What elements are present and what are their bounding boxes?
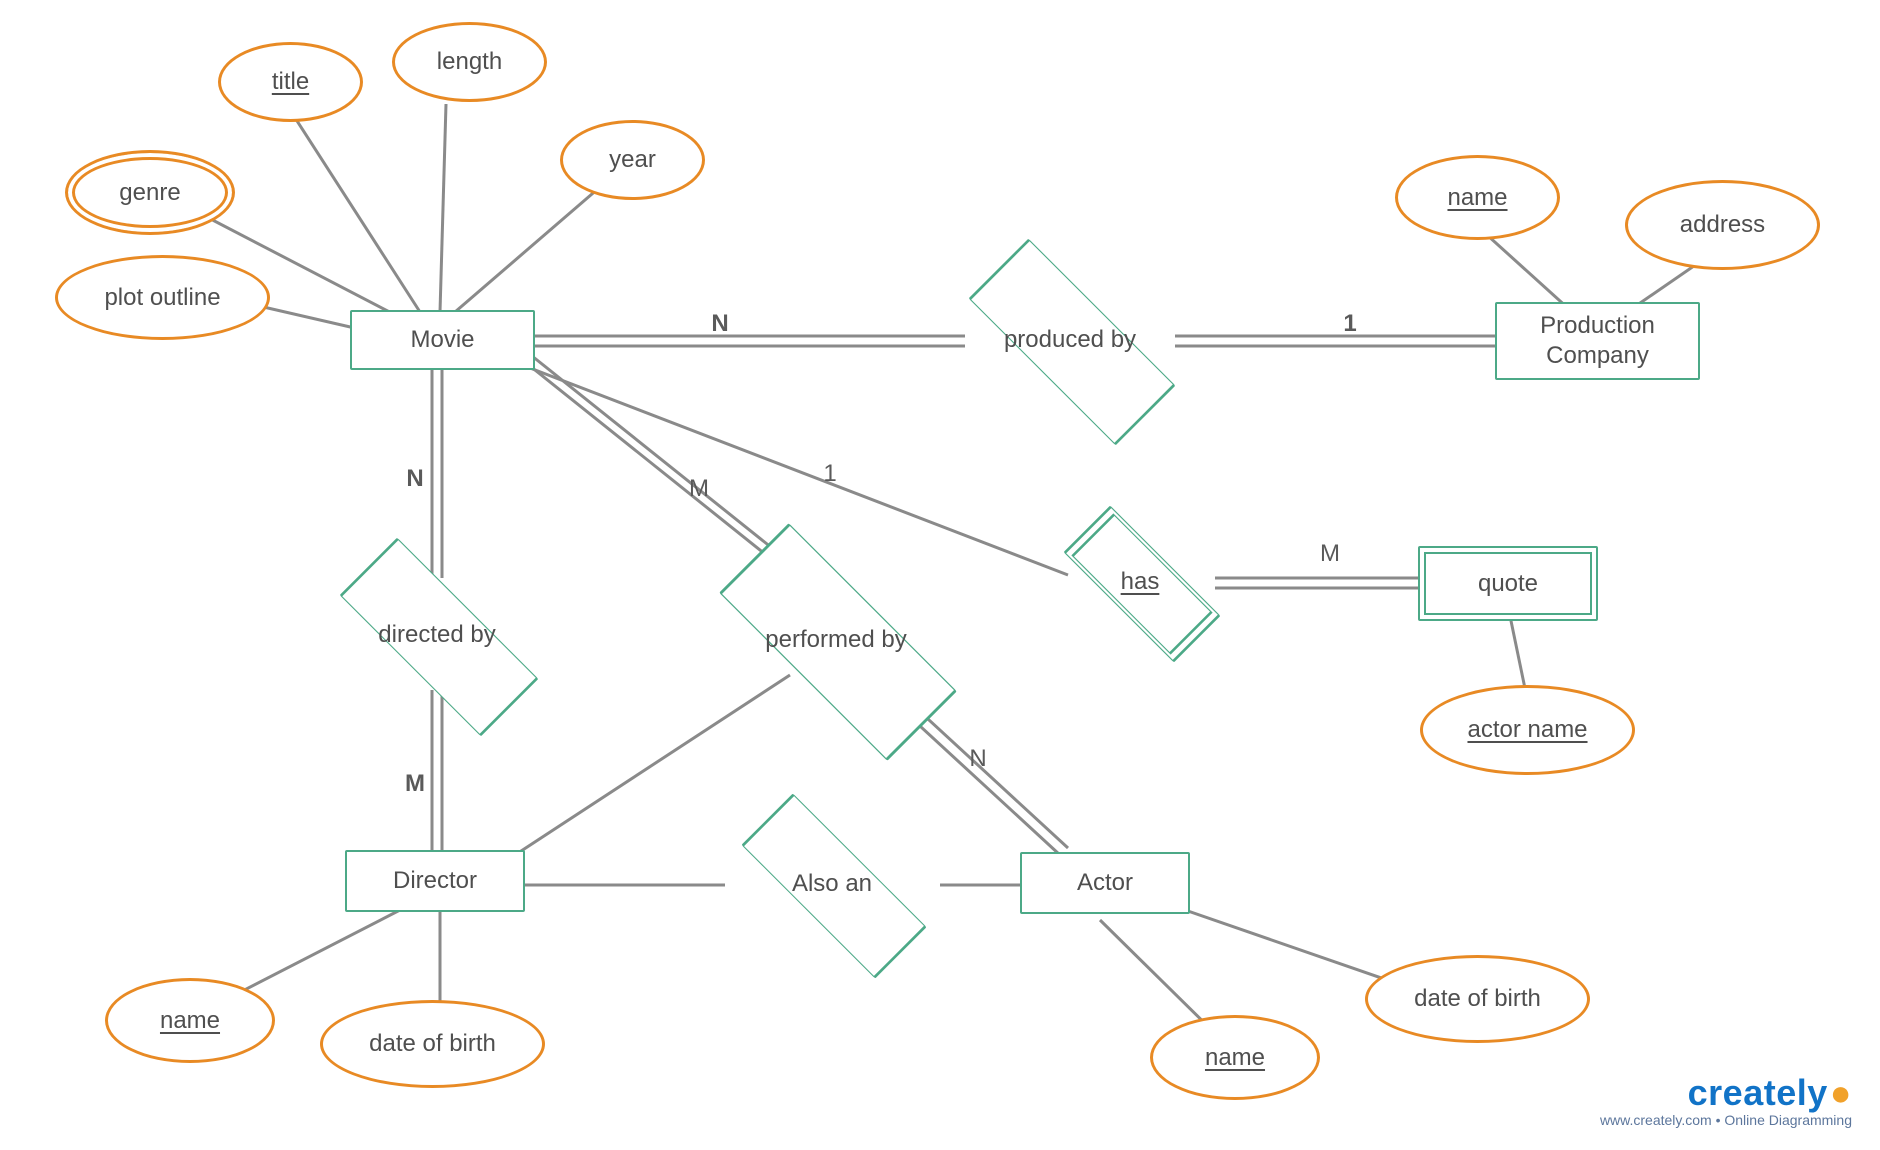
entity-label: quote: [1478, 569, 1538, 599]
attr-label: name: [1205, 1043, 1265, 1073]
bulb-icon: ●: [1830, 1072, 1852, 1114]
entity-movie: Movie: [350, 310, 535, 370]
entity-label: Actor: [1077, 868, 1133, 898]
card-movie-produced-n: N: [700, 310, 740, 338]
attr-actor-name: name: [1150, 1015, 1320, 1100]
er-diagram-canvas: genre title length year plot outline nam…: [0, 0, 1880, 1150]
card-pc-produced-1: 1: [1330, 310, 1370, 338]
attr-label: genre: [119, 178, 180, 208]
attr-year: year: [560, 120, 705, 200]
attr-quote-actor-name: actor name: [1420, 685, 1635, 775]
connector-layer: [0, 0, 1880, 1150]
attr-label: date of birth: [369, 1029, 496, 1059]
attr-pc-name: name: [1395, 155, 1560, 240]
attr-label: date of birth: [1414, 984, 1541, 1014]
card-actor-performed-n: N: [958, 745, 998, 773]
watermark-brand: creately●: [1600, 1072, 1852, 1114]
attr-pc-address: address: [1625, 180, 1820, 270]
card-quote-has-m: M: [1310, 540, 1350, 568]
entity-quote: quote: [1418, 546, 1598, 621]
attr-label: year: [609, 145, 656, 175]
attr-label: length: [437, 47, 502, 77]
entity-label: Director: [393, 866, 477, 896]
card-director-directed-m: M: [395, 770, 435, 798]
entity-production-company: Production Company: [1495, 302, 1700, 380]
attr-length: length: [392, 22, 547, 102]
attr-label: title: [272, 67, 309, 97]
card-movie-performed-m: M: [679, 475, 719, 503]
attr-genre: genre: [65, 150, 235, 235]
watermark-brand-text: creately: [1688, 1072, 1828, 1113]
watermark-sub: www.creately.com • Online Diagramming: [1600, 1112, 1852, 1128]
entity-director: Director: [345, 850, 525, 912]
attr-label: address: [1680, 210, 1765, 240]
entity-label: Production Company: [1540, 311, 1655, 371]
attr-label: name: [1447, 183, 1507, 213]
card-movie-has-1: 1: [810, 460, 850, 488]
watermark: creately● www.creately.com • Online Diag…: [1600, 1072, 1852, 1128]
attr-label: actor name: [1467, 715, 1587, 745]
attr-label: plot outline: [104, 283, 220, 313]
attr-director-name: name: [105, 978, 275, 1063]
card-movie-directed-n: N: [395, 465, 435, 493]
attr-plot-outline: plot outline: [55, 255, 270, 340]
entity-actor: Actor: [1020, 852, 1190, 914]
attr-label: name: [160, 1006, 220, 1036]
attr-title: title: [218, 42, 363, 122]
attr-actor-dob: date of birth: [1365, 955, 1590, 1043]
attr-director-dob: date of birth: [320, 1000, 545, 1088]
entity-label: Movie: [410, 325, 474, 355]
